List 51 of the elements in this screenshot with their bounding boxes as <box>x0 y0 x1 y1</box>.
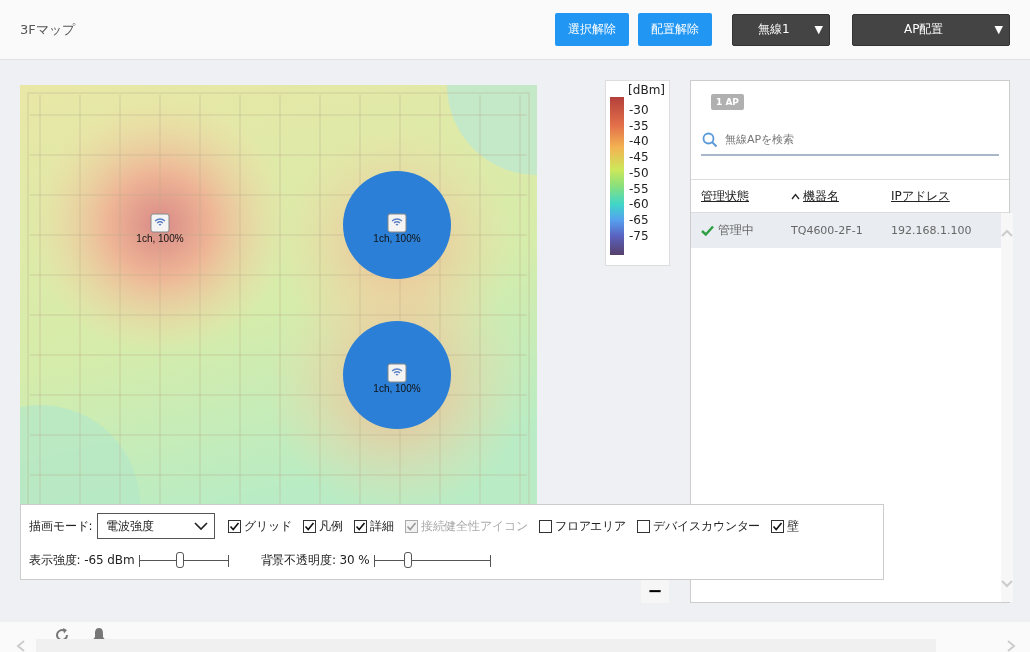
horizontal-scrollbar[interactable] <box>36 639 936 652</box>
checkbox[interactable] <box>637 519 651 533</box>
mode-label: 描画モード: <box>29 517 93 535</box>
checkbox-label: デバイスカウンター <box>653 517 761 535</box>
legend-tick: -40 <box>629 134 649 151</box>
table-row[interactable]: 管理中 TQ4600-2F-1 192.168.1.100 <box>691 213 1001 248</box>
access-point-label: 1ch, 100% <box>136 233 184 244</box>
legend-tick: -75 <box>629 228 649 245</box>
checkbox-label: グリッド <box>244 517 293 535</box>
chevron-down-icon <box>194 521 209 531</box>
dropdown-button[interactable]: AP配置 ▼ <box>852 13 1010 46</box>
column-header[interactable]: 管理状態 <box>701 187 749 205</box>
legend-tick: -35 <box>629 118 649 135</box>
access-point-icon[interactable] <box>387 363 407 383</box>
table-cell-text: 192.168.1.100 <box>891 224 973 237</box>
page-title: 3Fマップ <box>20 20 75 39</box>
checkbox-label: フロアエリア <box>554 517 627 535</box>
checkbox-label: 接続健全性アイコン <box>420 517 528 535</box>
access-point-label: 1ch, 100% <box>373 383 421 394</box>
legend-tick: -45 <box>629 150 649 166</box>
access-point-icon[interactable] <box>387 213 407 233</box>
slider-thumb[interactable] <box>175 551 184 568</box>
status-cell: 管理中 <box>718 222 754 239</box>
slider-thumb[interactable] <box>404 551 413 568</box>
dropdown-button[interactable]: 無線1 ▼ <box>732 13 830 46</box>
legend-unit: [dBm] <box>627 83 665 97</box>
legend-tick: -30 <box>629 103 649 119</box>
checkbox[interactable] <box>303 519 317 533</box>
search-field[interactable]: 無線APを検索 <box>701 124 999 156</box>
column-header[interactable]: IPアドレス <box>891 187 950 205</box>
ap-count-badge: 1 AP <box>711 94 744 110</box>
legend-tick: -60 <box>629 197 649 213</box>
mode-select[interactable]: 電波強度 <box>97 513 216 539</box>
slider-label: 背景不透明度: 30 % <box>260 552 370 569</box>
legend-tick: -65 <box>629 212 649 229</box>
table-cell-text: TQ4600-2F-1 <box>791 224 864 237</box>
checkbox[interactable] <box>353 519 367 533</box>
checkbox-label: 詳細 <box>369 517 394 535</box>
checkbox-label: 壁 <box>787 517 800 535</box>
legend-tick: -50 <box>629 165 649 182</box>
access-point-icon[interactable] <box>150 213 170 233</box>
checkbox[interactable] <box>228 519 242 533</box>
access-point-label: 1ch, 100% <box>373 233 421 244</box>
checkbox[interactable] <box>538 519 552 533</box>
check-icon <box>701 225 714 236</box>
search-icon <box>702 132 718 148</box>
checkbox-label: 凡例 <box>319 517 343 535</box>
legend-tick: -55 <box>629 181 649 198</box>
slider-label: 表示強度: -65 dBm <box>29 552 135 569</box>
checkbox[interactable] <box>771 519 785 533</box>
column-header[interactable]: 機器名 <box>803 187 839 205</box>
